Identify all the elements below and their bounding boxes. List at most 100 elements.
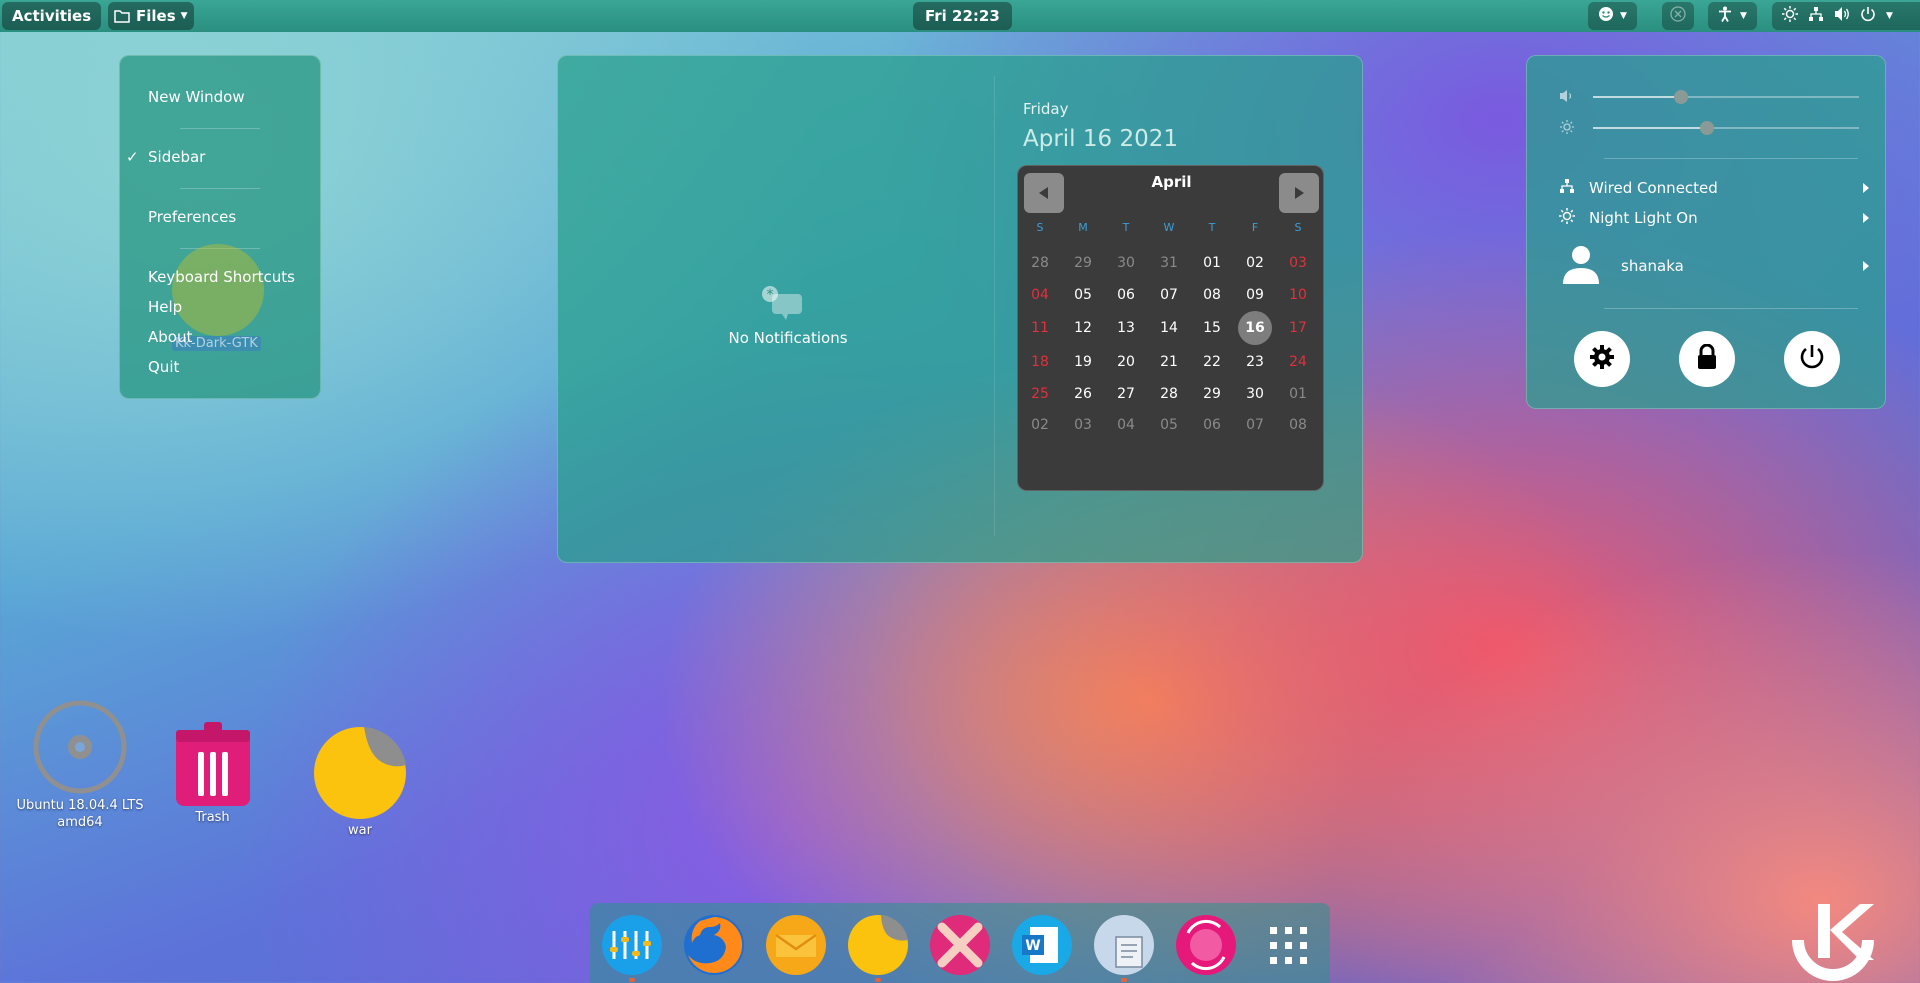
calendar-day[interactable]: 22 xyxy=(1194,346,1230,378)
calendar-day[interactable]: 25 xyxy=(1022,378,1058,410)
next-month-button[interactable] xyxy=(1279,173,1319,213)
checkmark-icon: ✓ xyxy=(126,148,139,166)
calendar-day[interactable]: 13 xyxy=(1108,312,1144,344)
accessibility-menu-button[interactable]: ▼ xyxy=(1708,2,1757,30)
power-off-button[interactable] xyxy=(1784,331,1840,387)
menu-item-new-window[interactable]: New Window xyxy=(148,88,245,106)
dock-item-sync[interactable] xyxy=(1174,913,1238,977)
volume-slider-handle[interactable] xyxy=(1673,90,1688,104)
calendar-day[interactable]: 02 xyxy=(1237,247,1273,279)
calendar-day[interactable]: 02 xyxy=(1022,409,1058,441)
calendar-day[interactable]: 27 xyxy=(1108,378,1144,410)
clock-button[interactable]: Fri 22:23 xyxy=(913,2,1012,30)
calendar-day[interactable]: 10 xyxy=(1280,279,1316,311)
calendar-day[interactable]: 30 xyxy=(1108,247,1144,279)
calendar-day[interactable]: 01 xyxy=(1194,247,1230,279)
folder-icon xyxy=(114,9,130,23)
calendar-day[interactable]: 29 xyxy=(1194,378,1230,410)
weekday-label[interactable]: Friday xyxy=(1023,100,1068,118)
desktop-icon-disc[interactable]: Ubuntu 18.04.4 LTS amd64 xyxy=(10,697,150,831)
calendar-day[interactable]: 28 xyxy=(1151,378,1187,410)
system-menu-button[interactable]: ▼ xyxy=(1772,2,1920,30)
calendar-day[interactable]: 08 xyxy=(1280,409,1316,441)
calendar-day[interactable]: 04 xyxy=(1022,279,1058,311)
calendar-day[interactable]: 12 xyxy=(1065,312,1101,344)
volume-icon xyxy=(1559,89,1575,107)
calendar-day[interactable]: 19 xyxy=(1065,346,1101,378)
calendar-day[interactable]: 17 xyxy=(1280,312,1316,344)
close-indicator[interactable] xyxy=(1662,2,1694,30)
calendar-day[interactable]: 21 xyxy=(1151,346,1187,378)
calendar-day[interactable]: 23 xyxy=(1237,346,1273,378)
calendar-day[interactable]: 14 xyxy=(1151,312,1187,344)
brightness-slider-handle[interactable] xyxy=(1700,121,1715,135)
running-indicator xyxy=(875,978,881,982)
calendar-day[interactable]: 30 xyxy=(1237,378,1273,410)
calendar-day[interactable]: 18 xyxy=(1022,346,1058,378)
dock-item-firefox[interactable] xyxy=(682,913,746,977)
dock-item-mail[interactable] xyxy=(764,913,828,977)
calendar-day[interactable]: 24 xyxy=(1280,346,1316,378)
calendar-day[interactable]: 04 xyxy=(1108,409,1144,441)
accessibility-icon xyxy=(1718,6,1732,26)
calendar-day[interactable]: 29 xyxy=(1065,247,1101,279)
dock-item-mixer[interactable] xyxy=(600,913,664,982)
show-applications-button[interactable] xyxy=(1256,913,1320,977)
calendar-day[interactable]: 06 xyxy=(1194,409,1230,441)
calendar-day[interactable]: 28 xyxy=(1022,247,1058,279)
sync-icon xyxy=(1174,915,1238,981)
dock: W xyxy=(590,903,1330,983)
calendar-day[interactable]: 07 xyxy=(1151,279,1187,311)
calendar-day[interactable]: 26 xyxy=(1065,378,1101,410)
calendar-day[interactable]: 09 xyxy=(1237,279,1273,311)
kde-logo-icon xyxy=(1788,900,1878,983)
menu-separator xyxy=(180,128,260,129)
menu-item-keyboard-shortcuts[interactable]: Keyboard Shortcuts xyxy=(148,268,295,286)
calendar-day[interactable]: 20 xyxy=(1108,346,1144,378)
calendar-day[interactable]: 06 xyxy=(1108,279,1144,311)
weekday-header: F xyxy=(1251,221,1259,234)
calendar-day[interactable]: 16 xyxy=(1237,312,1273,344)
dock-item-document-viewer[interactable] xyxy=(1092,913,1156,982)
calendar-day[interactable]: 03 xyxy=(1280,247,1316,279)
calendar: April SMTWTFS 28 29 30 31 01 02 03 04 05 06 07 08 09… xyxy=(1017,165,1324,491)
menu-item-sidebar[interactable]: Sidebar xyxy=(148,148,205,166)
calendar-day[interactable]: 15 xyxy=(1194,312,1230,344)
settings-button[interactable] xyxy=(1574,331,1630,387)
dock-item-word[interactable]: W xyxy=(1010,913,1074,977)
weekday-header: S xyxy=(1294,221,1302,234)
menu-item-help[interactable]: Help xyxy=(148,298,182,316)
desktop-icon-trash[interactable]: Trash xyxy=(160,718,265,825)
activities-button[interactable]: Activities xyxy=(2,2,102,30)
mail-icon xyxy=(764,915,828,981)
calendar-day[interactable]: 05 xyxy=(1151,409,1187,441)
calendar-day[interactable]: 11 xyxy=(1022,312,1058,344)
chevron-right-icon xyxy=(1294,184,1304,203)
menu-item-about[interactable]: About xyxy=(148,328,192,346)
brightness-slider[interactable] xyxy=(1593,121,1859,135)
files-app-menu-button[interactable]: Files ▼ xyxy=(108,2,194,30)
lock-screen-button[interactable] xyxy=(1679,331,1735,387)
chevron-right-icon xyxy=(1863,209,1869,227)
chevron-down-icon: ▼ xyxy=(1886,11,1893,21)
dock-item-notes[interactable] xyxy=(846,913,910,982)
calendar-day[interactable]: 31 xyxy=(1151,247,1187,279)
night-light-menu-item[interactable]: Night Light On xyxy=(1559,207,1869,229)
input-method-indicator[interactable]: ▼ xyxy=(1588,2,1637,30)
dock-item-xfig[interactable] xyxy=(928,913,992,977)
network-menu-item[interactable]: Wired Connected xyxy=(1559,177,1869,199)
power-icon xyxy=(1860,6,1876,26)
calendar-day[interactable]: 08 xyxy=(1194,279,1230,311)
menu-item-quit[interactable]: Quit xyxy=(148,358,179,376)
network-wired-icon xyxy=(1808,6,1824,26)
desktop-icon-war[interactable]: war xyxy=(305,725,415,838)
calendar-day[interactable]: 07 xyxy=(1237,409,1273,441)
calendar-day[interactable]: 01 xyxy=(1280,378,1316,410)
menu-item-preferences[interactable]: Preferences xyxy=(148,208,236,226)
date-label[interactable]: April 16 2021 xyxy=(1023,126,1178,152)
volume-slider[interactable] xyxy=(1593,90,1859,104)
calendar-day[interactable]: 03 xyxy=(1065,409,1101,441)
user-menu-item[interactable]: shanaka xyxy=(1559,244,1869,288)
chevron-down-icon: ▼ xyxy=(1740,11,1747,21)
calendar-day[interactable]: 05 xyxy=(1065,279,1101,311)
